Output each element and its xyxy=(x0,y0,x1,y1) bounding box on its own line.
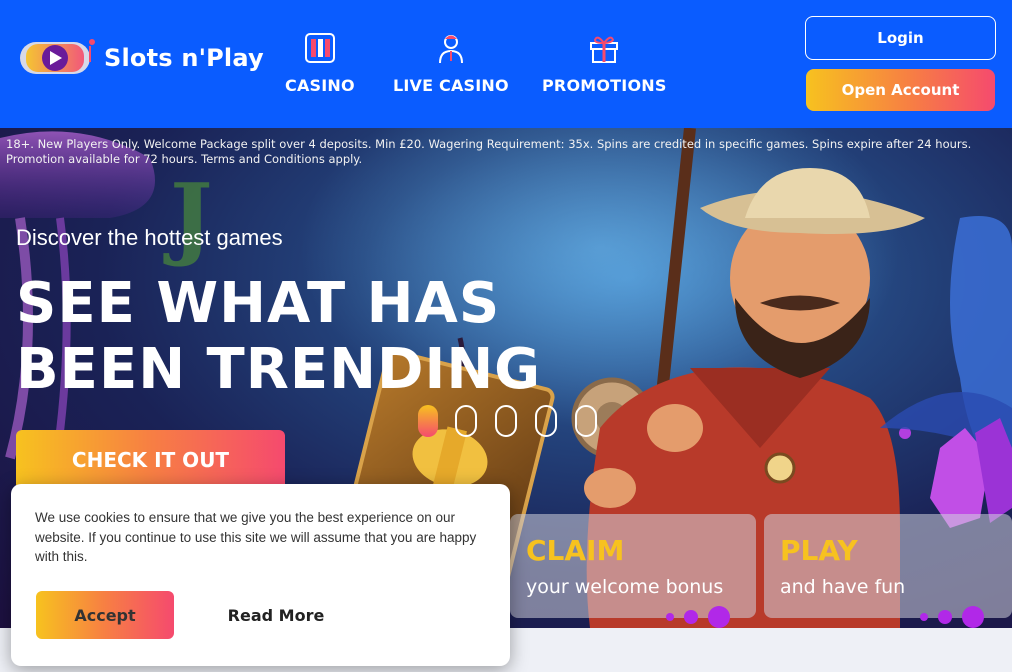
promo-title: PLAY xyxy=(780,534,858,567)
live-dealer-icon xyxy=(433,30,469,66)
slide-indicator-4[interactable] xyxy=(535,405,557,437)
cookie-consent-dialog: We use cookies to ensure that we give yo… xyxy=(11,484,510,666)
brand-name: Slots n'Play xyxy=(104,44,264,72)
slide-indicator-2[interactable] xyxy=(455,405,477,437)
promo-card-claim[interactable]: CLAIM your welcome bonus xyxy=(510,514,756,618)
login-button[interactable]: Login xyxy=(805,16,996,60)
promo-pager-claim xyxy=(666,606,730,628)
slide-indicator-3[interactable] xyxy=(495,405,517,437)
accept-cookies-button[interactable]: Accept xyxy=(36,591,174,639)
cookie-message: We use cookies to ensure that we give yo… xyxy=(35,510,477,564)
promo-subtitle: your welcome bonus xyxy=(526,576,724,598)
pager-dot[interactable] xyxy=(920,613,928,621)
pager-dot[interactable] xyxy=(684,610,698,624)
promo-pager-play xyxy=(920,606,984,628)
gift-icon xyxy=(586,30,622,66)
disclaimer-text: 18+. New Players Only. Welcome Package s… xyxy=(6,137,972,166)
slot-reel-logo-icon xyxy=(20,39,95,74)
nav-label: CASINO xyxy=(285,76,355,95)
nav-label: PROMOTIONS xyxy=(542,76,667,95)
nav-casino[interactable]: CASINO xyxy=(285,30,355,95)
hero-kicker: Discover the hottest games xyxy=(16,225,283,250)
promo-subtitle: and have fun xyxy=(780,576,906,598)
site-header: Slots n'Play CASINO LIVE CASINO PROMOTIO… xyxy=(0,0,1012,128)
slot-machine-icon xyxy=(302,30,338,66)
nav-promotions[interactable]: PROMOTIONS xyxy=(542,30,667,95)
check-it-out-button[interactable]: CHECK IT OUT xyxy=(16,430,285,490)
read-more-link[interactable]: Read More xyxy=(216,591,336,639)
hero-headline: SEE WHAT HAS BEEN TRENDING xyxy=(16,271,542,402)
open-account-button[interactable]: Open Account xyxy=(806,69,995,111)
page: Slots n'Play CASINO LIVE CASINO PROMOTIO… xyxy=(0,0,1012,672)
nav-live-casino[interactable]: LIVE CASINO xyxy=(393,30,509,95)
slide-indicator-5[interactable] xyxy=(575,405,597,437)
svg-text:J: J xyxy=(163,164,213,270)
promo-title: CLAIM xyxy=(526,534,625,567)
brand-logo[interactable]: Slots n'Play xyxy=(18,36,264,80)
nav-label: LIVE CASINO xyxy=(393,76,509,95)
pager-dot-active[interactable] xyxy=(962,606,984,628)
slide-indicator-1[interactable] xyxy=(418,405,438,437)
pager-dot[interactable] xyxy=(938,610,952,624)
pager-dot-active[interactable] xyxy=(708,606,730,628)
promo-card-play[interactable]: PLAY and have fun xyxy=(764,514,1012,618)
pager-dot[interactable] xyxy=(666,613,674,621)
